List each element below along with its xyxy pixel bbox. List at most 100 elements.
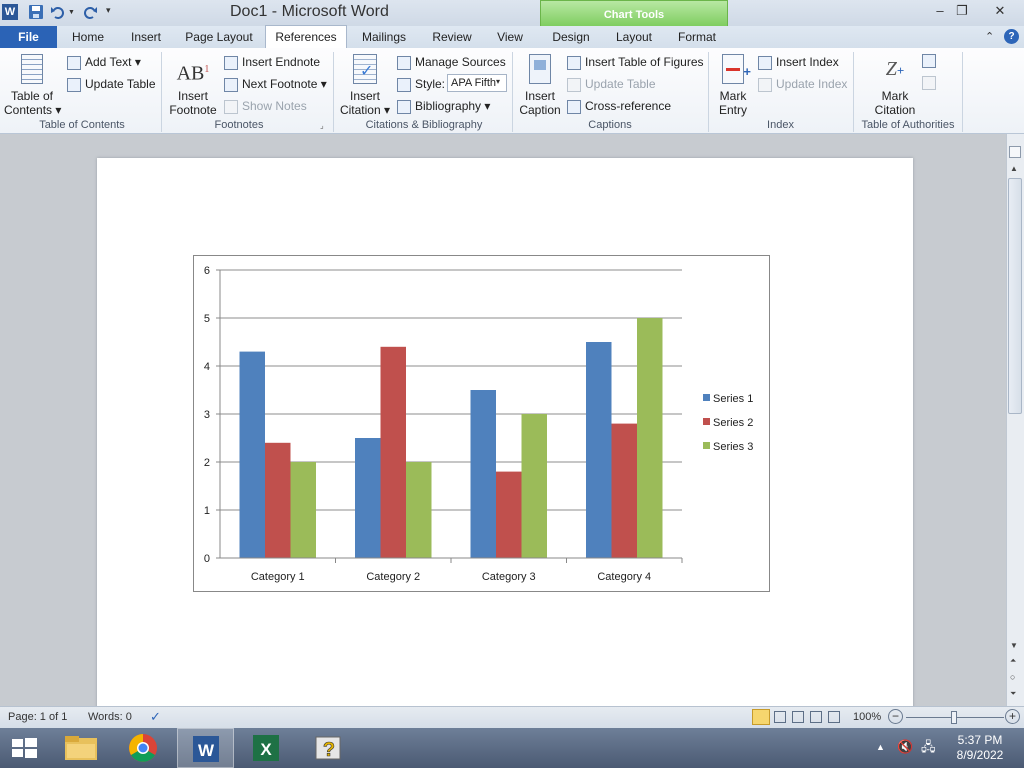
zoom-level[interactable]: 100% — [853, 711, 881, 723]
close-icon[interactable]: ✕ — [978, 2, 1022, 20]
bibliography-icon — [397, 99, 411, 114]
customize-qat-icon[interactable]: ▾ — [106, 5, 111, 16]
tab-view[interactable]: View — [490, 26, 530, 48]
web-layout-icon[interactable] — [792, 711, 804, 723]
bar[interactable] — [380, 346, 407, 558]
insert-table-of-figures-button[interactable]: Insert Table of Figures — [567, 55, 704, 70]
ruler-toggle-icon[interactable] — [1009, 146, 1021, 158]
insert-citation-button[interactable]: ✓ Insert Citation ▾ — [338, 54, 392, 117]
volume-muted-icon[interactable]: 🔇 — [897, 739, 913, 754]
mark-citation-label-1: Mark — [881, 89, 909, 103]
show-notes-button[interactable]: Show Notes — [224, 99, 307, 114]
legend-entry: Series 3 — [713, 441, 753, 453]
bar[interactable] — [521, 414, 548, 558]
update-table-button[interactable]: Update Table — [67, 77, 156, 92]
insert-footnote-button[interactable]: AB1 Insert Footnote — [166, 54, 220, 117]
mark-entry-label-1: Mark — [719, 89, 747, 103]
proofing-icon[interactable]: ✓ — [150, 709, 168, 725]
save-icon[interactable] — [28, 4, 44, 20]
bar[interactable] — [496, 471, 522, 558]
network-icon[interactable]: 🖧 — [921, 739, 936, 754]
full-screen-reading-icon[interactable] — [774, 711, 786, 723]
scroll-up-icon[interactable]: ▲ — [1010, 164, 1018, 173]
x-tick-label: Category 4 — [597, 571, 651, 583]
citation-label-2: Citation ▾ — [339, 103, 391, 117]
restore-icon[interactable]: ❐ — [950, 2, 974, 20]
redo-icon[interactable] — [82, 4, 98, 20]
mark-citation-label-2: Citation — [874, 103, 916, 117]
mark-entry-button[interactable]: + Mark Entry — [712, 54, 754, 117]
tab-file[interactable]: File — [0, 26, 57, 48]
tab-mailings[interactable]: Mailings — [354, 26, 414, 48]
tab-references[interactable]: References — [265, 25, 347, 49]
toc-button[interactable]: Table of Contents ▾ — [4, 54, 61, 117]
show-notes-icon — [224, 99, 238, 114]
print-layout-view-icon[interactable] — [752, 709, 770, 725]
insert-caption-button[interactable]: Insert Caption — [516, 54, 564, 117]
insert-index-button[interactable]: Insert Index — [758, 55, 839, 70]
mark-citation-button[interactable]: Z+ Mark Citation — [866, 54, 924, 117]
bar[interactable] — [239, 351, 266, 558]
tab-review[interactable]: Review — [424, 26, 480, 48]
manage-sources-button[interactable]: Manage Sources — [397, 55, 506, 70]
outline-view-icon[interactable] — [810, 711, 822, 723]
legend-entry: Series 2 — [713, 417, 753, 429]
bar[interactable] — [586, 342, 612, 558]
update-table-figures-button[interactable]: Update Table — [567, 77, 656, 92]
word-taskbar-button[interactable]: W — [177, 728, 234, 768]
add-text-button[interactable]: Add Text ▾ — [67, 55, 141, 70]
word-count[interactable]: Words: 0 — [88, 711, 132, 723]
chart[interactable]: 0 1 2 3 4 5 6 Category 1 Category 2 Category 3 Cat… — [193, 255, 770, 592]
minimize-ribbon-icon[interactable]: ⌃ — [985, 30, 994, 43]
insert-table-of-authorities-icon[interactable] — [922, 54, 936, 68]
footnotes-dialog-launcher-icon[interactable]: ⌟ — [320, 121, 324, 130]
chrome-taskbar-button[interactable] — [115, 728, 172, 768]
minimize-icon[interactable]: – — [928, 2, 952, 20]
page-count[interactable]: Page: 1 of 1 — [8, 711, 67, 723]
bar[interactable] — [406, 462, 432, 558]
excel-taskbar-button[interactable]: X — [238, 728, 295, 768]
insert-endnote-button[interactable]: Insert Endnote — [224, 55, 320, 70]
bar[interactable] — [637, 318, 663, 558]
footnote-label-1: Insert — [177, 89, 208, 103]
title-bar: W ▼ ▾ Doc1 - Microsoft Word Chart Tools … — [0, 0, 1024, 27]
undo-icon[interactable] — [50, 4, 66, 20]
bar[interactable] — [290, 462, 317, 558]
style-label-group: Style: — [397, 77, 445, 92]
browse-object-icon[interactable]: ○ — [1010, 672, 1015, 682]
tab-home[interactable]: Home — [64, 26, 112, 48]
help-taskbar-button[interactable]: ? — [300, 728, 357, 768]
svg-text:?: ? — [323, 739, 335, 761]
cross-reference-button[interactable]: Cross-reference — [567, 99, 671, 114]
previous-page-icon[interactable]: ⏶ — [1010, 656, 1016, 666]
start-button[interactable] — [0, 728, 48, 768]
scroll-down-icon[interactable]: ▼ — [1010, 641, 1018, 650]
bar[interactable] — [355, 438, 381, 558]
update-index-button[interactable]: Update Index — [758, 77, 847, 92]
draft-view-icon[interactable] — [828, 711, 840, 723]
clock[interactable]: 5:37 PM 8/9/2022 — [944, 733, 1016, 763]
tab-design[interactable]: Design — [544, 26, 598, 48]
zoom-out-icon[interactable]: − — [888, 709, 903, 724]
next-page-icon[interactable]: ⏷ — [1010, 689, 1016, 699]
bar[interactable] — [265, 442, 291, 558]
help-icon[interactable]: ? — [1004, 29, 1019, 44]
show-hidden-icons-icon[interactable]: ▲ — [876, 740, 885, 755]
bibliography-button[interactable]: Bibliography ▾ — [397, 99, 490, 114]
scrollbar-thumb[interactable] — [1008, 178, 1022, 414]
update-table-of-authorities-icon[interactable] — [922, 76, 936, 90]
file-explorer-taskbar-button[interactable] — [53, 728, 110, 768]
bar[interactable] — [611, 423, 638, 558]
tab-insert[interactable]: Insert — [122, 26, 170, 48]
style-dropdown-arrow-icon[interactable]: ▾ — [496, 77, 500, 86]
tab-layout[interactable]: Layout — [607, 26, 661, 48]
bar[interactable] — [470, 390, 497, 558]
zoom-slider-thumb[interactable] — [951, 711, 957, 724]
zoom-in-icon[interactable]: + — [1005, 709, 1020, 724]
word-app-icon[interactable]: W — [2, 4, 18, 20]
undo-dropdown-icon[interactable]: ▼ — [68, 9, 75, 16]
group-label-index: Index — [767, 119, 794, 131]
tab-page-layout[interactable]: Page Layout — [180, 26, 258, 48]
tab-format[interactable]: Format — [670, 26, 724, 48]
next-footnote-button[interactable]: Next Footnote ▾ — [224, 77, 327, 92]
